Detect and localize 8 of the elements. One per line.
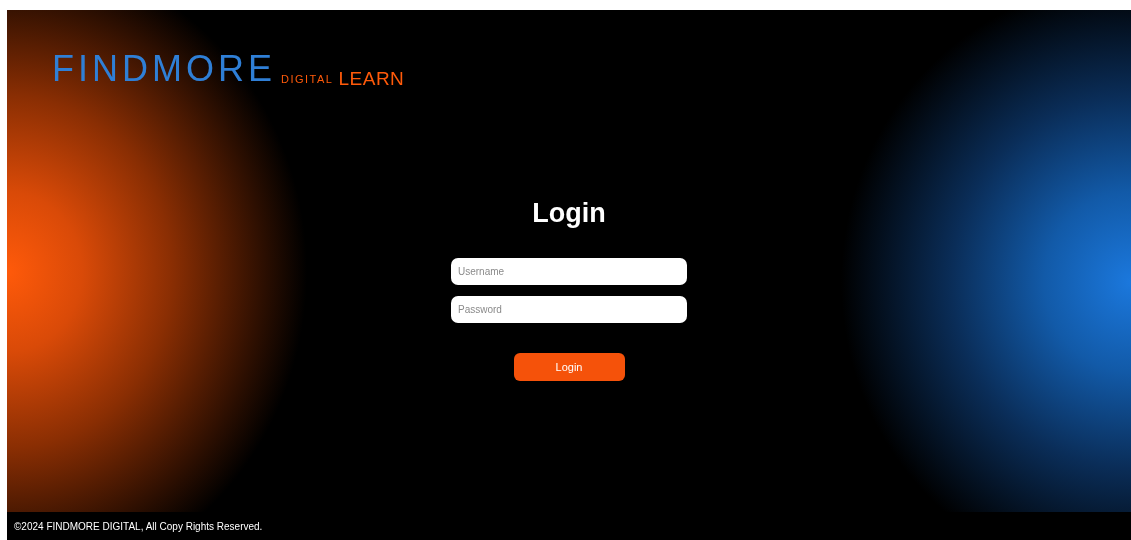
logo-wordmark: FINDMORE [52, 52, 276, 86]
logo-subtitle: DIGITAL [281, 73, 334, 85]
password-field[interactable]: Password [451, 296, 687, 323]
login-button[interactable]: Login [513, 353, 625, 381]
copyright-text: ©2024 FINDMORE DIGITAL, All Copy Rights Reserved. [14, 520, 263, 532]
logo-product-name: LEARN [338, 70, 405, 88]
login-title: Login [532, 197, 606, 229]
username-field[interactable]: Username [451, 258, 687, 285]
